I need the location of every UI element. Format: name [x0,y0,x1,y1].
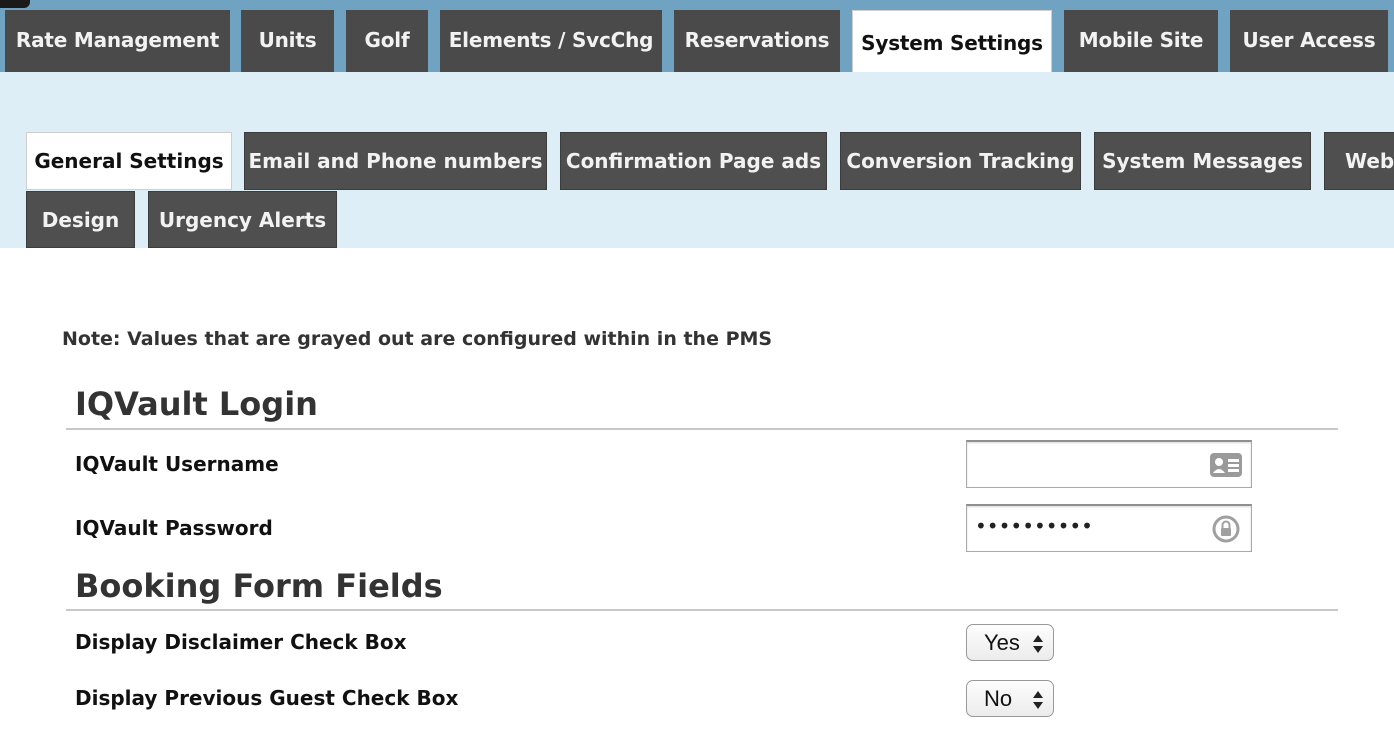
iqvault-password-label: IQVault Password [75,516,273,540]
select-arrows-icon [1033,691,1043,709]
subtab-urgency-alerts[interactable]: Urgency Alerts [148,191,337,248]
tab-mobile-site[interactable]: Mobile Site [1064,10,1218,72]
section-divider [66,428,1338,430]
display-previous-guest-label: Display Previous Guest Check Box [75,686,459,710]
display-disclaimer-label: Display Disclaimer Check Box [75,630,407,654]
tab-system-settings[interactable]: System Settings [852,10,1052,72]
subtab-confirmation-page-ads[interactable]: Confirmation Page ads [560,132,827,190]
tab-rate-management[interactable]: Rate Management [5,10,230,72]
lock-icon[interactable] [1209,515,1243,543]
tab-reservations[interactable]: Reservations [674,10,840,72]
section-title-booking-form: Booking Form Fields [75,567,443,605]
tab-elements-svcchg[interactable]: Elements / SvcChg [440,10,662,72]
section-divider [66,609,1338,611]
iqvault-password-input[interactable]: •••••••••• [966,504,1252,552]
display-previous-guest-value: No [984,686,1013,711]
tab-golf[interactable]: Golf [346,10,428,72]
subtab-website[interactable]: Webs [1324,132,1394,190]
tab-units[interactable]: Units [241,10,334,72]
display-disclaimer-select[interactable]: Yes [966,624,1054,661]
subtab-system-messages[interactable]: System Messages [1094,132,1311,190]
settings-panel [0,248,1394,730]
subtab-general-settings[interactable]: General Settings [26,132,232,190]
iqvault-username-input[interactable] [966,440,1252,488]
section-title-iqvault: IQVault Login [75,385,318,423]
contact-card-icon[interactable] [1209,451,1243,479]
subtab-email-phone-numbers[interactable]: Email and Phone numbers [244,132,547,190]
tab-user-access[interactable]: User Access [1230,10,1388,72]
select-arrows-icon [1033,635,1043,653]
display-disclaimer-value: Yes [984,630,1020,655]
iqvault-username-label: IQVault Username [75,452,279,476]
subtab-design[interactable]: Design [26,191,135,248]
iqvault-password-value: •••••••••• [975,514,1093,538]
display-previous-guest-select[interactable]: No [966,680,1054,717]
pms-note: Note: Values that are grayed out are con… [62,328,773,350]
subtab-conversion-tracking[interactable]: Conversion Tracking [840,132,1081,190]
logo-fragment [0,0,30,8]
